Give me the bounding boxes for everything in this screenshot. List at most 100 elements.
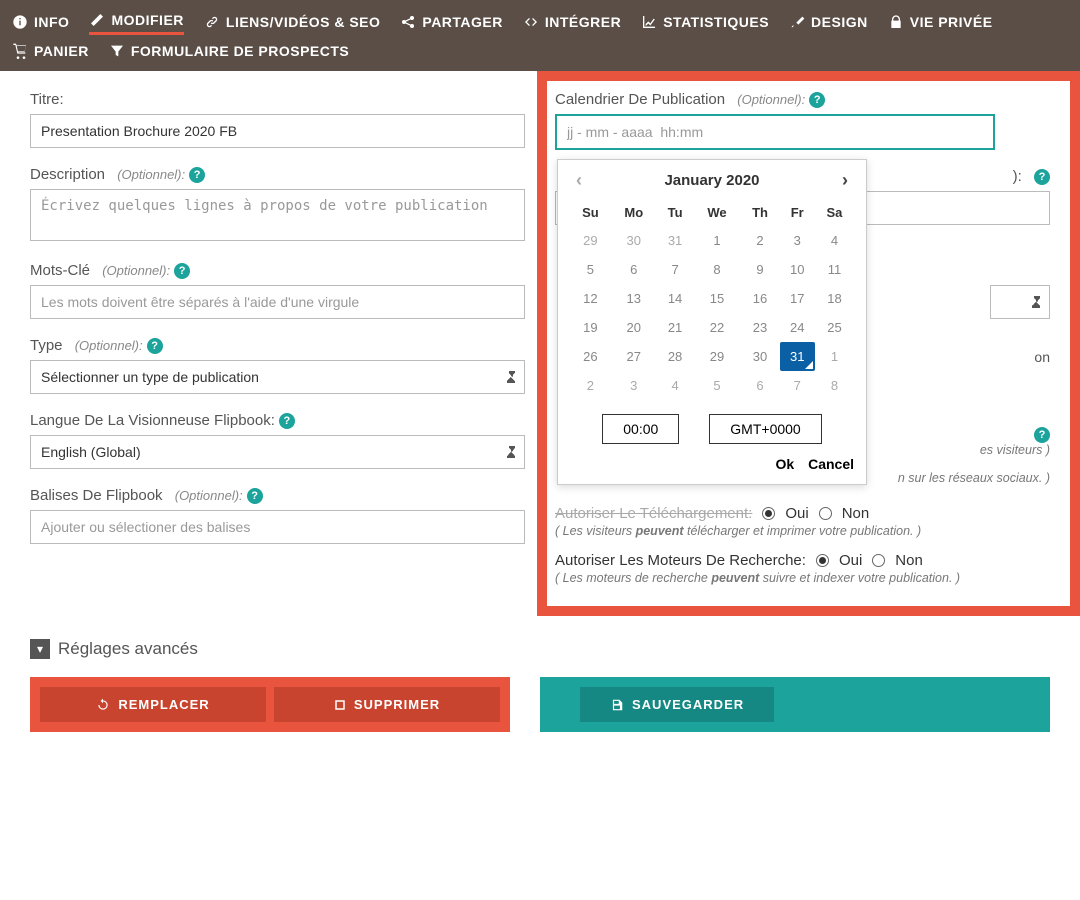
help-icon[interactable]: ?	[1034, 427, 1050, 443]
calendar-day[interactable]: 1	[693, 226, 740, 255]
brush-icon	[789, 14, 805, 30]
delete-button[interactable]: SUPPRIMER	[274, 687, 500, 722]
calendar-day[interactable]: 3	[611, 371, 657, 400]
calendar-day[interactable]: 3	[780, 226, 815, 255]
calendar-day[interactable]: 22	[693, 313, 740, 342]
calendar-day[interactable]: 29	[693, 342, 740, 371]
help-icon[interactable]: ?	[247, 488, 263, 504]
tab-panier[interactable]: PANIER	[12, 39, 89, 63]
calendar-day[interactable]: 8	[693, 255, 740, 284]
description-input[interactable]	[30, 189, 525, 241]
calendar-day[interactable]: 28	[657, 342, 694, 371]
calendar-day[interactable]: 18	[815, 284, 854, 313]
timezone-input[interactable]: GMT+0000	[709, 414, 821, 444]
tab-partager[interactable]: PARTAGER	[400, 10, 502, 34]
tab-info[interactable]: INFO	[12, 10, 69, 34]
calendar-day[interactable]: 30	[741, 342, 780, 371]
calendar-day[interactable]: 7	[780, 371, 815, 400]
chart-icon	[641, 14, 657, 30]
obscured-select[interactable]	[990, 285, 1050, 319]
calendar-day[interactable]: 7	[657, 255, 694, 284]
calendar-day[interactable]: 31	[780, 342, 815, 371]
calendar-dow: Sa	[815, 199, 854, 226]
replace-button[interactable]: REMPLACER	[40, 687, 266, 722]
calendar-day[interactable]: 10	[780, 255, 815, 284]
calendar-day[interactable]: 20	[611, 313, 657, 342]
calendar-day[interactable]: 19	[570, 313, 611, 342]
calendar-day[interactable]: 21	[657, 313, 694, 342]
help-icon[interactable]: ?	[189, 167, 205, 183]
calendar-day[interactable]: 27	[611, 342, 657, 371]
calendar-day[interactable]: 31	[657, 226, 694, 255]
calendar-day[interactable]: 15	[693, 284, 740, 313]
info-icon	[12, 14, 28, 30]
cart-icon	[12, 43, 28, 59]
calendar-cancel-button[interactable]: Cancel	[808, 456, 854, 472]
calendar-grid: SuMoTuWeThFrSa 2930311234567891011121314…	[570, 199, 854, 400]
save-button[interactable]: SAUVEGARDER	[580, 687, 774, 722]
calendar-day[interactable]: 8	[815, 371, 854, 400]
calendar-ok-button[interactable]: Ok	[776, 456, 795, 472]
help-icon[interactable]: ?	[174, 263, 190, 279]
calendar-day[interactable]: 6	[611, 255, 657, 284]
calendar-day[interactable]: 13	[611, 284, 657, 313]
tab-leads[interactable]: FORMULAIRE DE PROSPECTS	[109, 39, 349, 63]
calendar-day[interactable]: 2	[741, 226, 780, 255]
calendar-day[interactable]: 11	[815, 255, 854, 284]
schedule-input[interactable]	[555, 114, 995, 150]
calendar-day[interactable]: 26	[570, 342, 611, 371]
titre-input[interactable]	[30, 114, 525, 148]
calendar-dow: Su	[570, 199, 611, 226]
left-column: Titre: Description (Optionnel): ? Mots-C…	[30, 91, 525, 599]
time-input[interactable]: 00:00	[602, 414, 679, 444]
help-icon[interactable]: ?	[809, 92, 825, 108]
help-icon[interactable]: ?	[279, 413, 295, 429]
prev-month-arrow[interactable]: ‹	[570, 170, 588, 191]
tags-input[interactable]	[30, 510, 525, 544]
lang-select[interactable]	[30, 435, 525, 469]
calendar-day[interactable]: 1	[815, 342, 854, 371]
tab-panier-label: PANIER	[34, 43, 89, 59]
calendar-day[interactable]: 12	[570, 284, 611, 313]
buttons-row: REMPLACER SUPPRIMER SAUVEGARDER	[0, 677, 1080, 752]
keywords-input[interactable]	[30, 285, 525, 319]
calendar-day[interactable]: 23	[741, 313, 780, 342]
download-oui-radio[interactable]	[762, 507, 775, 520]
calendar-day[interactable]: 2	[570, 371, 611, 400]
search-non-radio[interactable]	[872, 554, 885, 567]
advanced-settings-toggle[interactable]: ▾ Réglages avancés	[30, 639, 1080, 659]
tab-integrer[interactable]: INTÉGRER	[523, 10, 621, 34]
calendar-day[interactable]: 5	[693, 371, 740, 400]
right-button-group: SAUVEGARDER	[540, 677, 1050, 732]
calendar-day[interactable]: 14	[657, 284, 694, 313]
tab-liens[interactable]: LIENS/VIDÉOS & SEO	[204, 10, 380, 34]
calendar-day[interactable]: 24	[780, 313, 815, 342]
type-select[interactable]	[30, 360, 525, 394]
calendar-day[interactable]: 9	[741, 255, 780, 284]
calendar-day[interactable]: 30	[611, 226, 657, 255]
help-icon[interactable]: ?	[147, 338, 163, 354]
calendar-day[interactable]: 16	[741, 284, 780, 313]
calendar-day[interactable]: 6	[741, 371, 780, 400]
calendar-dow: Tu	[657, 199, 694, 226]
tab-modifier[interactable]: MODIFIER	[89, 8, 183, 35]
download-label: Autoriser Le Téléchargement:	[555, 505, 752, 522]
tab-privacy[interactable]: VIE PRIVÉE	[888, 10, 993, 34]
calendar-day[interactable]: 4	[657, 371, 694, 400]
download-non-radio[interactable]	[819, 507, 832, 520]
calendar-day[interactable]: 29	[570, 226, 611, 255]
calendar-day[interactable]: 5	[570, 255, 611, 284]
schedule-label: Calendrier De Publication (Optionnel): ?	[555, 91, 1050, 108]
calendar-day[interactable]: 17	[780, 284, 815, 313]
search-oui-radio[interactable]	[816, 554, 829, 567]
next-month-arrow[interactable]: ›	[836, 170, 854, 191]
code-icon	[523, 14, 539, 30]
tab-stats[interactable]: STATISTIQUES	[641, 10, 769, 34]
calendar-dow: Th	[741, 199, 780, 226]
funnel-icon	[109, 43, 125, 59]
help-icon[interactable]: ?	[1034, 169, 1050, 185]
tab-partager-label: PARTAGER	[422, 14, 502, 30]
calendar-day[interactable]: 4	[815, 226, 854, 255]
tab-design[interactable]: DESIGN	[789, 10, 868, 34]
calendar-day[interactable]: 25	[815, 313, 854, 342]
